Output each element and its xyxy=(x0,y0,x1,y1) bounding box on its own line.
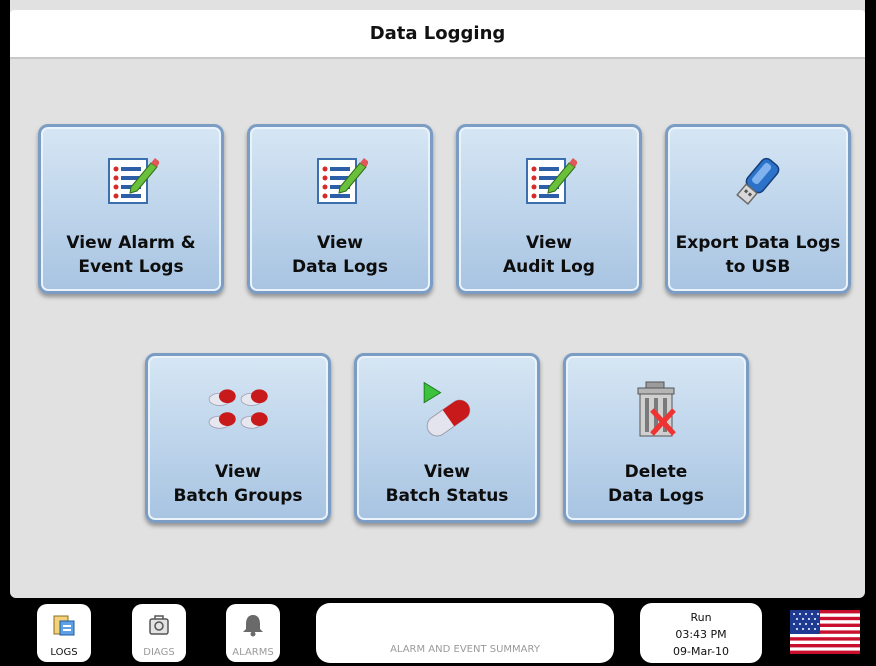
alarms-button[interactable]: ALARMS xyxy=(226,604,280,662)
diagnostics-icon xyxy=(146,612,172,638)
tile-label: View Audit Log xyxy=(503,233,595,277)
tile-label: View Alarm & Event Logs xyxy=(66,233,196,277)
alarms-label: ALARMS xyxy=(232,647,274,658)
delete-data-logs-button[interactable]: Delete Data Logs xyxy=(563,353,749,523)
us-flag-icon[interactable] xyxy=(790,610,860,654)
delete-trash-icon xyxy=(624,378,688,442)
page-title: Data Logging xyxy=(10,10,865,59)
alarm-event-summary[interactable]: ALARM AND EVENT SUMMARY xyxy=(316,603,614,663)
status-panel: Run 03:43 PM 09-Mar-10 xyxy=(640,603,762,663)
batch-groups-icon xyxy=(206,378,270,442)
usb-drive-icon xyxy=(726,149,790,213)
view-batch-status-button[interactable]: View Batch Status xyxy=(354,353,540,523)
log-list-icon xyxy=(308,149,372,213)
logs-button[interactable]: LOGS xyxy=(37,604,91,662)
summary-label: ALARM AND EVENT SUMMARY xyxy=(390,644,540,655)
view-data-logs-button[interactable]: View Data Logs xyxy=(247,124,433,294)
diags-label: DIAGS xyxy=(143,647,175,658)
clock-date: 09-Mar-10 xyxy=(673,645,729,658)
tile-label: View Batch Groups xyxy=(173,462,303,506)
view-alarm-event-logs-button[interactable]: View Alarm & Event Logs xyxy=(38,124,224,294)
clock-time: 03:43 PM xyxy=(675,628,727,641)
tile-label: View Batch Status xyxy=(385,462,509,506)
log-list-icon xyxy=(99,149,163,213)
batch-status-icon xyxy=(415,378,479,442)
view-audit-log-button[interactable]: View Audit Log xyxy=(456,124,642,294)
logs-icon xyxy=(51,612,77,638)
logs-label: LOGS xyxy=(50,647,78,658)
tile-label: Delete Data Logs xyxy=(608,462,704,506)
run-status: Run xyxy=(690,611,712,624)
tile-label: View Data Logs xyxy=(292,233,388,277)
log-list-icon xyxy=(517,149,581,213)
diags-button[interactable]: DIAGS xyxy=(132,604,186,662)
view-batch-groups-button[interactable]: View Batch Groups xyxy=(145,353,331,523)
alarm-bell-icon xyxy=(240,612,266,638)
main-screen: Data Logging View Alarm & Event Logs Vie… xyxy=(10,0,865,598)
tile-label: Export Data Logs to USB xyxy=(675,233,841,277)
export-data-logs-usb-button[interactable]: Export Data Logs to USB xyxy=(665,124,851,294)
